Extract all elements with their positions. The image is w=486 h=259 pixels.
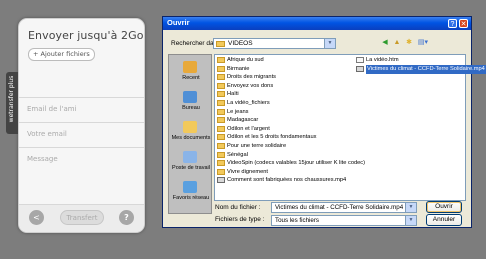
place-label: Favoris réseau (172, 195, 210, 201)
wetransfer-plus-label: wetransfer plus (8, 75, 15, 123)
folder-icon (217, 168, 225, 175)
views-icon[interactable]: ▤▾ (416, 38, 430, 48)
my-computer-icon (183, 151, 197, 163)
wetransfer-title: Envoyer jusqu'à 2Go (28, 29, 144, 42)
folder-icon (217, 134, 225, 141)
filetype-value: Tous les fichiers (275, 217, 320, 224)
message-field[interactable]: Message (19, 147, 144, 205)
folder-icon (217, 125, 225, 132)
folder-icon (217, 100, 225, 106)
filename-value: Victimes du climat - CCFD-Terre Solidair… (275, 204, 404, 211)
filename-dropdown-icon[interactable]: ▼ (405, 203, 416, 212)
friend-email-field[interactable]: Email de l'ami (19, 97, 144, 122)
place-label: Bureau (182, 105, 200, 111)
up-folder-icon[interactable]: ▲ (392, 38, 402, 48)
folder-icon (217, 82, 225, 89)
cancel-button[interactable]: Annuler (426, 214, 462, 226)
help-button[interactable]: ? (448, 19, 457, 28)
my-documents-icon (183, 121, 197, 133)
wetransfer-footer: < Transfert ? (19, 204, 144, 232)
open-button[interactable]: Ouvrir (426, 201, 462, 213)
document-icon (356, 57, 364, 63)
place-label: Recent (182, 75, 200, 81)
filename-label: Nom du fichier : (215, 204, 261, 211)
folder-icon (217, 160, 225, 167)
look-in-dropdown[interactable]: VIDEOS ▼ (213, 38, 336, 49)
folder-icon (217, 65, 225, 72)
wetransfer-plus-tab[interactable]: wetransfer plus (6, 72, 18, 134)
friend-email-placeholder: Email de l'ami (27, 105, 77, 113)
folder-icon (217, 143, 225, 149)
recent-icon (183, 61, 197, 73)
dialog-title: Ouvrir (167, 18, 190, 27)
back-icon[interactable]: ◀ (380, 38, 390, 48)
desktop-icon (183, 91, 197, 103)
place-label: Poste de travail (172, 165, 210, 171)
chevron-down-icon[interactable]: ▼ (324, 39, 335, 48)
your-email-field[interactable]: Votre email (19, 122, 144, 147)
close-button[interactable]: ✕ (459, 19, 468, 28)
video-file-icon (356, 65, 364, 72)
place-item[interactable]: Recent (169, 61, 213, 89)
wetransfer-panel: Envoyer jusqu'à 2Go + Ajouter fichiers E… (18, 18, 145, 233)
look-in-value: VIDEOS (228, 40, 253, 47)
filename-input[interactable]: Victimes du climat - CCFD-Terre Solidair… (271, 202, 417, 213)
folder-icon (217, 74, 225, 81)
open-file-dialog: Ouvrir ? ✕ Rechercher dans : VIDEOS ▼ ◀ … (162, 16, 486, 228)
message-placeholder: Message (27, 155, 58, 163)
place-label: Mes documents (171, 135, 211, 141)
transfer-button[interactable]: Transfert (60, 210, 104, 225)
folder-icon (217, 151, 225, 158)
filetype-select[interactable]: Tous les fichiers ▼ (271, 215, 417, 226)
folder-icon (217, 117, 225, 124)
place-item[interactable]: Favoris réseau (169, 181, 213, 209)
add-files-button[interactable]: + Ajouter fichiers (28, 48, 95, 61)
place-item[interactable]: Mes documents (169, 121, 213, 149)
folder-icon (217, 108, 225, 115)
file-list[interactable]: Afrique du sud Birmanie Droits des migrant… (214, 54, 486, 201)
your-email-placeholder: Votre email (27, 130, 67, 138)
filetype-label: Fichiers de type : (215, 216, 265, 223)
file-name: Comment sont fabriquées nos chaussures.m… (227, 177, 347, 184)
place-item[interactable]: Poste de travail (169, 151, 213, 179)
folder-icon (217, 57, 225, 63)
share-icon[interactable]: < (29, 210, 44, 225)
dialog-titlebar[interactable]: Ouvrir ? ✕ (163, 17, 471, 30)
file-name: Victimes du climat - CCFD-Terre Solidair… (366, 64, 486, 74)
folder-icon (216, 41, 225, 47)
filetype-dropdown-icon[interactable]: ▼ (405, 216, 416, 225)
new-folder-icon[interactable]: ✱ (404, 38, 414, 48)
help-icon[interactable]: ? (119, 210, 134, 225)
network-icon (183, 181, 197, 193)
place-item[interactable]: Bureau (169, 91, 213, 119)
video-file-icon (217, 177, 225, 184)
folder-icon (217, 91, 225, 98)
places-bar: Recent Bureau Mes documents Poste de travai… (168, 54, 212, 214)
